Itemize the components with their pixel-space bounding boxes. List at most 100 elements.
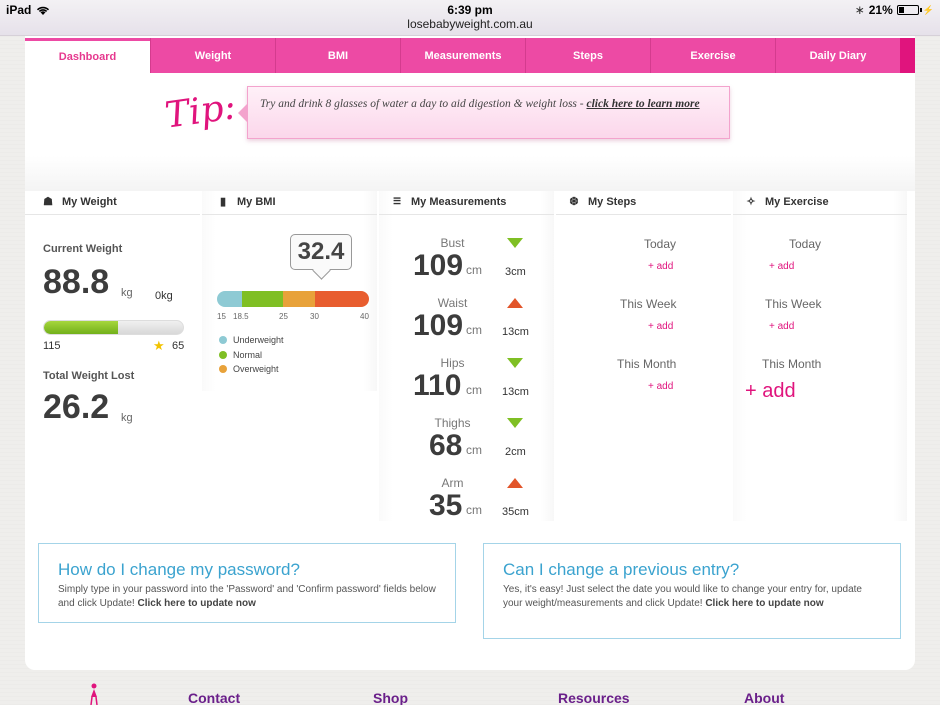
tab-bmi[interactable]: BMI — [275, 38, 400, 73]
bmi-heading: My BMI — [237, 195, 276, 208]
weight-progress-fill — [44, 321, 118, 334]
measurement-value: 110 — [413, 369, 462, 402]
bar-chart-icon: ▮ — [219, 196, 227, 208]
measurement-label: Waist — [437, 296, 468, 310]
measurement-label: Thighs — [434, 416, 471, 430]
bmi-segment-overweight — [283, 291, 315, 307]
exercise-month-add[interactable]: + add — [745, 380, 796, 403]
bmi-tick: 25 — [279, 312, 288, 321]
steps-today-add[interactable]: + add — [648, 261, 673, 272]
bmi-tick: 30 — [310, 312, 319, 321]
exercise-heading: My Exercise — [765, 195, 829, 208]
measurements-heading: My Measurements — [411, 195, 507, 208]
measurement-unit: cm — [466, 383, 482, 397]
faq-password-update-link[interactable]: Click here to update now — [138, 598, 256, 609]
legend-overweight: Overweight — [219, 364, 279, 374]
weight-panel: ☗ My Weight — [25, 191, 200, 521]
clock: 6:39 pm — [447, 3, 493, 17]
running-icon: ✧ — [746, 196, 756, 208]
measurement-change: 35cm — [502, 506, 529, 518]
tip-text: Try and drink 8 glasses of water a day t… — [260, 98, 587, 110]
legend-dot-underweight — [219, 336, 227, 344]
bmi-segment-normal — [242, 291, 283, 307]
total-lost-label: Total Weight Lost — [43, 370, 135, 382]
current-weight-unit: kg — [121, 287, 133, 299]
mum-logo-icon[interactable] — [88, 683, 100, 705]
measurement-change: 3cm — [505, 266, 526, 278]
exercise-month-label: This Month — [762, 357, 822, 371]
faq-previous-entry-box: Can I change a previous entry? Yes, it's… — [483, 543, 901, 639]
footer-contact-link[interactable]: Contact — [188, 690, 240, 705]
legend-label: Overweight — [233, 364, 279, 374]
start-weight: 115 — [43, 340, 61, 352]
tip-area: Tip: Try and drink 8 glasses of water a … — [25, 73, 915, 191]
bmi-segment-underweight — [217, 291, 242, 307]
measurement-unit: cm — [466, 323, 482, 337]
footer-about-link[interactable]: About — [744, 690, 784, 705]
address-url[interactable]: losebabyweight.com.au — [0, 17, 940, 32]
legend-underweight: Underweight — [219, 335, 284, 345]
steps-month-add[interactable]: + add — [648, 381, 673, 392]
weight-panel-heading: ☗ My Weight — [25, 191, 200, 215]
tip-learn-more-link[interactable]: click here to learn more — [586, 98, 699, 110]
measurement-change: 2cm — [505, 446, 526, 458]
faq-password-title: How do I change my password? — [58, 560, 300, 579]
status-bar: iPad 6:39 pm losebabyweight.com.au ∗ 21%… — [0, 0, 940, 36]
faq-previous-entry-body: Yes, it's easy! Just select the date you… — [503, 583, 882, 611]
battery-percent: 21% — [868, 3, 893, 17]
measurement-label: Hips — [440, 356, 465, 370]
legend-label: Normal — [233, 350, 263, 360]
bmi-tick: 40 — [360, 312, 369, 321]
measurement-value: 109 — [413, 309, 464, 342]
measurement-value: 35 — [429, 489, 463, 522]
current-weight-value: 88.8 — [43, 263, 110, 301]
tab-steps[interactable]: Steps — [525, 38, 650, 73]
scale-icon: ☗ — [43, 196, 53, 208]
goal-star-icon: ★ — [153, 338, 165, 353]
faq-password-body: Simply type in your password into the 'P… — [58, 583, 437, 611]
tab-measurements[interactable]: Measurements — [400, 38, 525, 73]
steps-month-label: This Month — [617, 357, 677, 371]
dashboard-card: Dashboard Weight BMI Measurements Steps … — [25, 36, 915, 670]
ruler-icon: ☰ — [392, 196, 402, 206]
measurement-unit: cm — [466, 263, 482, 277]
bmi-segment-obese — [315, 291, 369, 307]
measurement-label: Arm — [441, 476, 464, 490]
tab-exercise[interactable]: Exercise — [650, 38, 775, 73]
arrow-down-icon — [507, 418, 523, 428]
steps-week-add[interactable]: + add — [648, 321, 673, 332]
bmi-value-bubble: 32.4 — [290, 234, 352, 270]
weight-change: 0kg — [155, 290, 173, 302]
tip-box: Try and drink 8 glasses of water a day t… — [238, 86, 730, 139]
arrow-down-icon — [507, 238, 523, 248]
exercise-week-add[interactable]: + add — [769, 321, 794, 332]
tab-daily-diary[interactable]: Daily Diary — [775, 38, 900, 73]
main-tabs: Dashboard Weight BMI Measurements Steps … — [25, 38, 915, 73]
status-center: 6:39 pm losebabyweight.com.au — [0, 3, 940, 32]
faq-previous-entry-update-link[interactable]: Click here to update now — [705, 598, 823, 609]
faq-password-box: How do I change my password? Simply type… — [38, 543, 456, 623]
exercise-panel-heading: ✧ My Exercise — [733, 191, 907, 215]
measurement-change: 13cm — [502, 386, 529, 398]
tab-weight[interactable]: Weight — [150, 38, 275, 73]
measurements-panel-heading: ☰ My Measurements — [379, 191, 554, 215]
bmi-scale-bar — [217, 291, 369, 307]
bmi-tick: 15 — [217, 312, 226, 321]
steps-heading: My Steps — [588, 195, 637, 208]
tab-dashboard[interactable]: Dashboard — [25, 38, 150, 73]
tabs-end-cap — [900, 38, 915, 73]
arrow-down-icon — [507, 358, 523, 368]
measurement-label: Bust — [440, 236, 465, 250]
measurement-unit: cm — [466, 503, 482, 517]
measurement-value: 68 — [429, 429, 463, 462]
footer-resources-link[interactable]: Resources — [558, 690, 630, 705]
legend-dot-overweight — [219, 365, 227, 373]
tip-label: Tip: — [162, 86, 239, 137]
footer-shop-link[interactable]: Shop — [373, 690, 408, 705]
bmi-panel-heading: ▮ My BMI — [202, 191, 377, 215]
exercise-today-add[interactable]: + add — [769, 261, 794, 272]
legend-normal: Normal — [219, 350, 262, 360]
battery-icon — [896, 5, 922, 15]
arrow-up-icon — [507, 298, 523, 308]
arrow-up-icon — [507, 478, 523, 488]
